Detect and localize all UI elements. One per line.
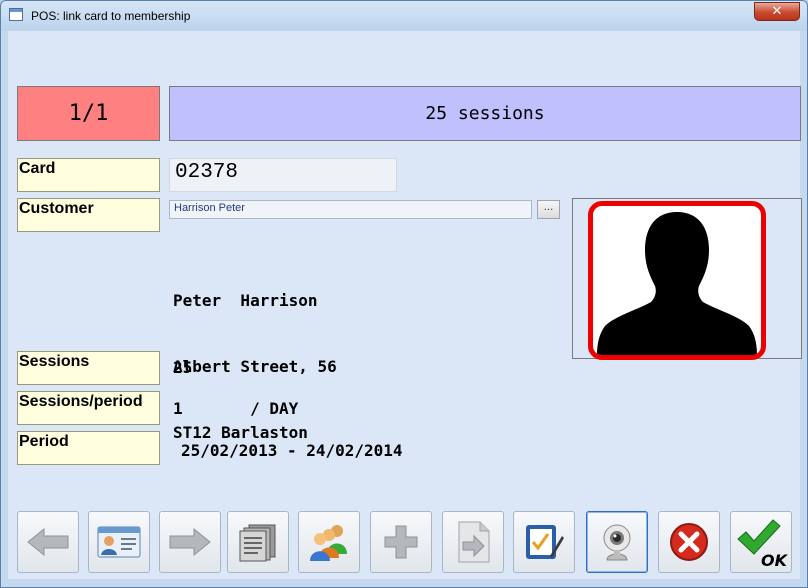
browse-customer-button[interactable]: ... — [537, 200, 560, 219]
client-area: 1/1 25 sessions Card 02378 Customer Harr… — [8, 31, 802, 579]
sessions-period-label: Sessions/period — [17, 391, 160, 425]
record-counter: 1/1 — [17, 86, 160, 141]
next-button[interactable] — [159, 511, 221, 573]
customer-photo[interactable] — [588, 201, 766, 360]
id-card-icon — [97, 526, 141, 558]
sessions-label: Sessions — [17, 351, 160, 385]
arrow-left-icon — [27, 527, 69, 557]
previous-button[interactable] — [17, 511, 79, 573]
plus-icon — [384, 525, 418, 559]
document-arrow-icon — [458, 521, 490, 563]
checklist-button[interactable] — [513, 511, 575, 573]
cancel-button[interactable] — [658, 511, 720, 573]
users-group-icon — [310, 525, 347, 561]
add-button[interactable] — [370, 511, 432, 573]
checklist-pen-icon — [526, 525, 564, 559]
customers-button[interactable] — [298, 511, 360, 573]
pos-window: POS: link card to membership ✕ 1/1 25 se… — [0, 0, 808, 588]
ok-label: OK — [761, 551, 787, 570]
webcam-button[interactable] — [586, 511, 648, 573]
period-label: Period — [17, 431, 160, 465]
export-button[interactable] — [442, 511, 504, 573]
card-number-field[interactable]: 02378 — [169, 158, 397, 192]
customer-input[interactable]: Harrison Peter — [169, 200, 532, 219]
arrow-right-icon — [169, 527, 211, 557]
documents-icon — [239, 524, 276, 562]
webcam-icon — [603, 524, 631, 561]
ok-button[interactable]: OK — [730, 511, 792, 573]
close-window-button[interactable]: ✕ — [754, 2, 800, 21]
customer-label: Customer — [17, 198, 160, 232]
cancel-icon — [670, 523, 708, 561]
address-line-name: Peter Harrison — [173, 291, 318, 310]
documents-button[interactable] — [227, 511, 289, 573]
window-title: POS: link card to membership — [31, 9, 191, 23]
sessions-value: 25 — [173, 358, 193, 377]
person-silhouette-icon — [597, 212, 757, 355]
card-label: Card — [17, 158, 160, 192]
sessions-period-value: 1 / DAY — [173, 399, 299, 418]
window-icon — [9, 8, 23, 21]
title-bar: POS: link card to membership ✕ — [1, 1, 807, 31]
address-line-street: Albert Street, 56 — [173, 357, 337, 376]
customer-photo-frame — [572, 198, 802, 360]
period-value: 25/02/2013 - 24/02/2014 — [181, 441, 403, 460]
id-card-button[interactable] — [88, 511, 150, 573]
sessions-banner: 25 sessions — [169, 86, 801, 141]
